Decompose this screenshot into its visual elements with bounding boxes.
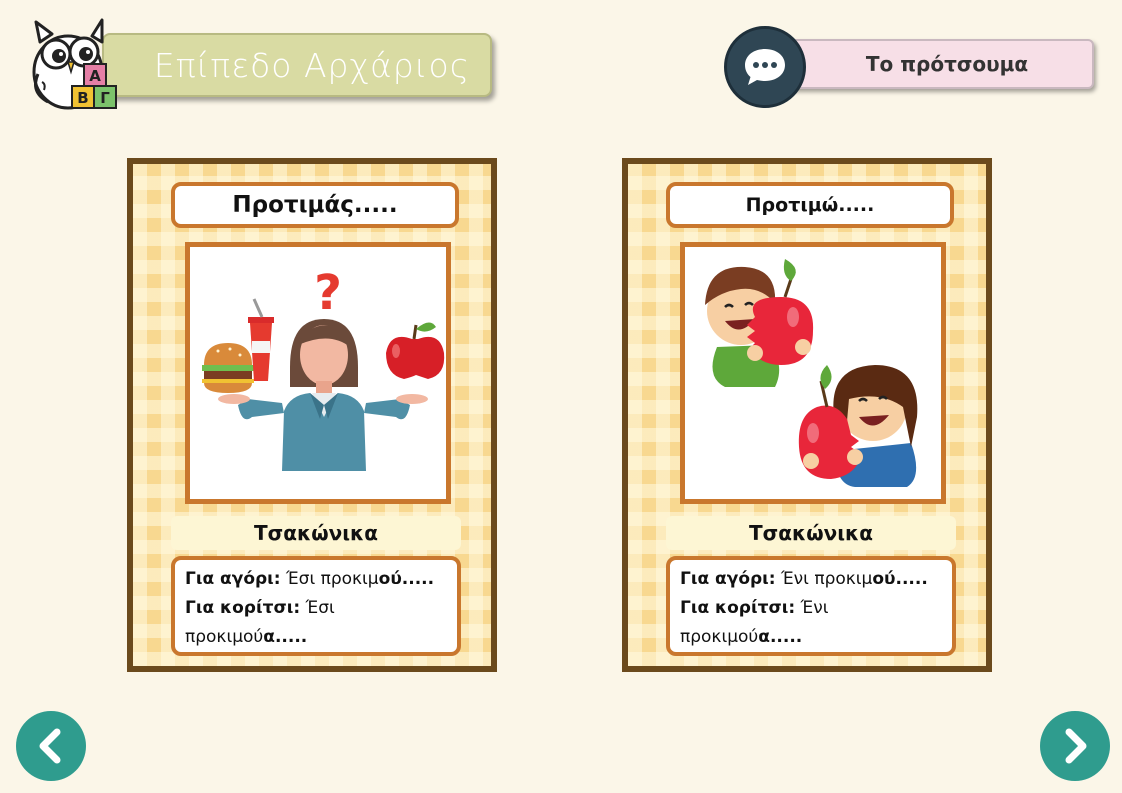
language-label: Τσακώνικα [666,516,956,550]
boy-label: Για αγόρι: [185,569,281,589]
kids-eating-apples-image [680,242,946,504]
chat-icon[interactable] [724,26,806,108]
boy-phrase: Για αγόρι: Ένι προκιμού..... [680,565,942,594]
svg-text:?: ? [314,265,342,321]
level-title: Επίπεδο Αρχάριος [102,33,492,97]
logo-block-gamma: Γ [100,89,110,107]
next-button[interactable] [1040,711,1110,781]
boy-ending: ού..... [378,569,435,589]
card-prefer-question: Προτιμάς..... ? Τσακώνικα Για αγόρι: Έσι… [127,158,497,672]
woman-choosing-image: ? [185,242,451,504]
language-label: Τσακώνικα [171,516,461,550]
girl-phrase: Για κορίτσι: Ένι προκιμούα..... [680,594,942,652]
boy-ending: ού..... [872,569,928,589]
chevron-right-icon [1065,728,1087,764]
phrase-box: Για αγόρι: Ένι προκιμού..... Για κορίτσι… [666,556,956,656]
boy-label: Για αγόρι: [680,569,776,589]
owl-logo: Α Β Γ [22,12,126,112]
proverb-button[interactable]: Το πρότσουμα [786,39,1094,89]
card-title: Προτιμάς..... [171,182,459,228]
girl-ending: α..... [758,627,803,647]
girl-label: Για κορίτσι: [185,598,301,618]
boy-text: Έσι προκιμ [280,569,379,589]
previous-button[interactable] [16,711,86,781]
card-title: Προτιμώ..... [666,182,954,228]
girl-label: Για κορίτσι: [680,598,796,618]
card-i-prefer: Προτιμώ..... Τσακώνικα Για αγόρι: Ένι πρ… [622,158,992,672]
boy-text: Ένι προκιμ [775,569,873,589]
logo-block-alpha: Α [89,67,101,85]
phrase-box: Για αγόρι: Έσι προκιμού..... Για κορίτσι… [171,556,461,656]
boy-phrase: Για αγόρι: Έσι προκιμού..... [185,565,447,594]
chevron-left-icon [39,728,61,764]
logo-block-beta: Β [77,89,88,107]
girl-phrase: Για κορίτσι: Έσι προκιμούα..... [185,594,447,652]
girl-ending: α..... [263,627,308,647]
